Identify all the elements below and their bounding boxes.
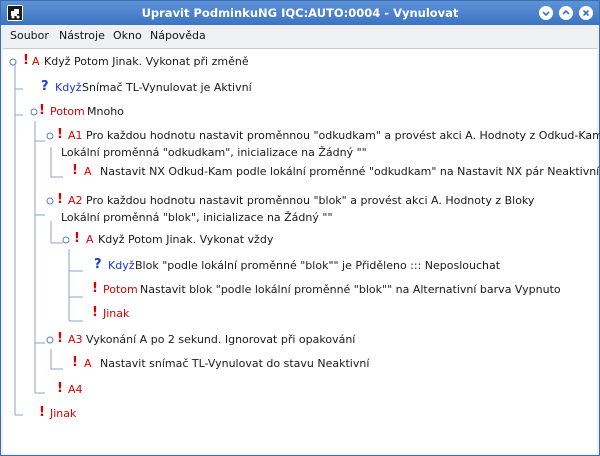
node-key: A — [86, 233, 94, 246]
close-button[interactable] — [579, 6, 593, 20]
node-key: A2 — [68, 194, 83, 207]
node-key: Když — [108, 259, 135, 272]
action-icon: ! — [39, 103, 45, 118]
menu-bar: Soubor Nástroje Okno Nápověda — [1, 25, 599, 46]
node-text: Nastavit snímač TL-Vynulovat do stavu Ne… — [100, 357, 370, 370]
action-icon: ! — [74, 231, 80, 246]
node-key: A1 — [68, 129, 83, 142]
node-key: A3 — [68, 333, 83, 346]
node-key: A — [84, 357, 92, 370]
maximize-button[interactable] — [559, 6, 573, 20]
node-text: Když Potom Jinak. Vykonat při změně — [44, 55, 249, 68]
node-text: Mnoho — [87, 105, 124, 118]
node-key: Když — [55, 81, 82, 94]
action-icon: ! — [72, 355, 78, 370]
action-icon: ! — [57, 192, 63, 207]
node-key: Potom — [50, 105, 85, 118]
action-icon: ! — [23, 53, 29, 68]
action-icon: ! — [57, 381, 63, 396]
question-icon: ? — [94, 257, 102, 272]
title-bar[interactable]: Upravit PodminkuNG IQC:AUTO:0004 - Vynul… — [1, 1, 599, 25]
window-title: Upravit PodminkuNG IQC:AUTO:0004 - Vynul… — [141, 6, 459, 20]
action-icon: ! — [92, 281, 98, 296]
node-key: Jinak — [103, 307, 130, 320]
node-text: Blok "podle lokální proměnné "blok"" je … — [135, 259, 501, 272]
menu-okno[interactable]: Okno — [113, 29, 142, 42]
node-text: Snímač TL-Vynulovat je Aktivní — [82, 81, 252, 94]
action-icon: ! — [39, 405, 45, 420]
node-key: A — [32, 55, 40, 68]
node-text: Pro každou hodnotu nastavit proměnnou "b… — [86, 194, 535, 207]
question-icon: ? — [41, 79, 49, 94]
editor-window: Upravit PodminkuNG IQC:AUTO:0004 - Vynul… — [0, 0, 600, 456]
node-text: Když Potom Jinak. Vykonat vždy — [98, 233, 274, 246]
node-key: Jinak — [50, 407, 77, 420]
action-icon: ! — [57, 127, 63, 142]
a2-local-variable-text: Lokální proměnná "blok", inicializace na… — [61, 211, 333, 224]
node-text: Vykonání A po 2 sekund. Ignorovat při op… — [86, 333, 356, 346]
node-key: A — [84, 165, 92, 178]
menu-soubor[interactable]: Soubor — [10, 29, 49, 42]
minimize-button[interactable] — [539, 6, 553, 20]
menu-napoveda[interactable]: Nápověda — [150, 29, 206, 42]
node-text: Nastavit NX Odkud-Kam podle lokální prom… — [100, 165, 600, 178]
menu-nastroje[interactable]: Nástroje — [59, 29, 105, 42]
action-icon: ! — [57, 331, 63, 346]
node-key: A4 — [68, 383, 83, 396]
a1-local-variable-text: Lokální proměnná "odkudkam", inicializac… — [61, 146, 367, 159]
node-text: Pro každou hodnotu nastavit proměnnou "o… — [86, 129, 600, 142]
action-icon: ! — [72, 163, 78, 178]
node-text: Nastavit blok "podle lokální proměnné "b… — [140, 283, 561, 296]
node-key: Potom — [103, 283, 138, 296]
action-icon: ! — [92, 305, 98, 320]
